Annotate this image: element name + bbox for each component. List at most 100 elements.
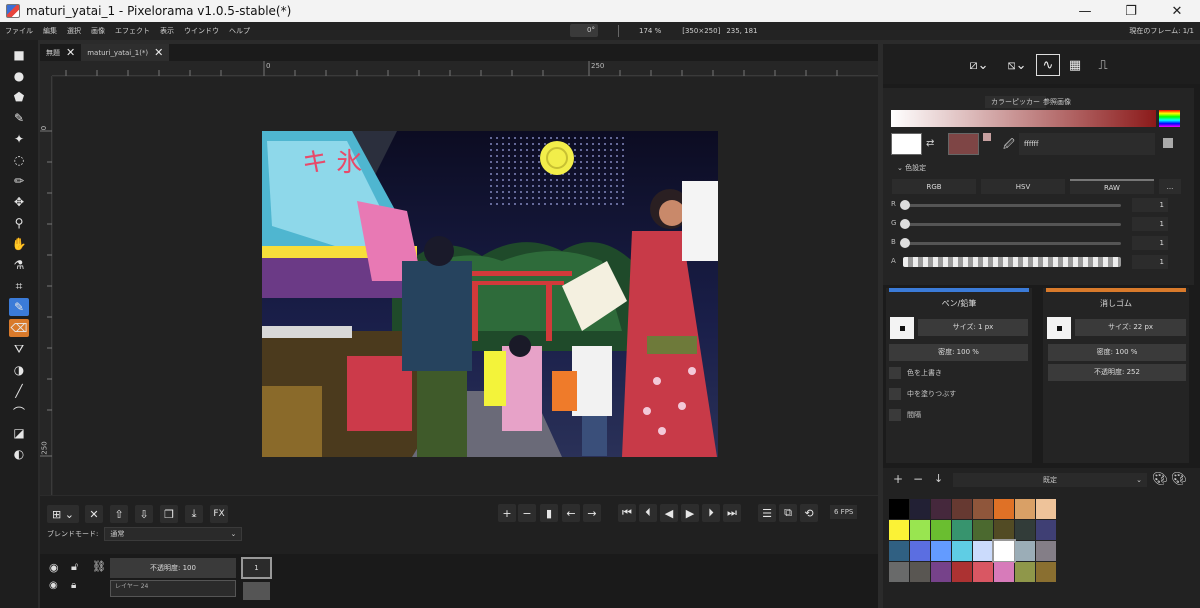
palette-swatch[interactable] [973, 562, 993, 582]
eraser-density-field[interactable]: 密度: 100 % [1048, 344, 1186, 361]
color-picker-icon[interactable]: ⚗ [9, 256, 29, 274]
tab-reference-image[interactable]: 参照画像 [1037, 96, 1077, 108]
mirror-horizontal-icon[interactable]: ⧄⌄ [962, 54, 996, 76]
clone-layer-button[interactable]: ❐ [160, 505, 178, 523]
alpha-lock-icon[interactable]: ▦ [1064, 54, 1086, 76]
palette-swatch[interactable] [889, 499, 909, 519]
primary-color-swatch[interactable] [891, 133, 922, 155]
line-icon[interactable]: ╱ [9, 382, 29, 400]
shading-icon[interactable]: ◑ [9, 361, 29, 379]
mode-raw-button[interactable]: RAW [1070, 179, 1154, 194]
palette-swatch[interactable] [910, 541, 930, 561]
palette-edit-icon[interactable]: 🎨︎ [1152, 472, 1169, 487]
menu-file[interactable]: ファイル [0, 26, 38, 36]
density-field[interactable]: 密度: 100 % [889, 344, 1028, 361]
palette-swatch[interactable] [1015, 520, 1035, 540]
bucket-icon[interactable]: ⛛ [9, 340, 29, 358]
move-layer-down-button[interactable]: ⇩ [135, 505, 153, 523]
slider-g[interactable]: G 1 [891, 217, 1181, 231]
paint-select-icon[interactable]: ✏ [9, 172, 29, 190]
menu-help[interactable]: ヘルプ [224, 26, 255, 36]
first-frame-button[interactable]: ⏮ [618, 504, 636, 522]
move-frame-left-button[interactable]: ← [562, 504, 580, 522]
palette-swatch[interactable] [1036, 499, 1056, 519]
rotation-field[interactable]: 0° [570, 24, 598, 37]
spacing-option[interactable]: 間隔 [889, 409, 921, 421]
slider-b[interactable]: B 1 [891, 236, 1181, 250]
menu-window[interactable]: ウインドウ [179, 26, 224, 36]
hex-color-input[interactable]: ffffff [1019, 133, 1155, 155]
mode-rgb-button[interactable]: RGB [892, 179, 976, 194]
remove-palette-icon[interactable]: − [913, 472, 923, 486]
checkbox[interactable] [889, 409, 901, 421]
onion-skin-button[interactable]: ⧉ [779, 504, 797, 522]
circle-shape-icon[interactable]: ◐ [9, 445, 29, 463]
pan-icon[interactable]: ✋ [9, 235, 29, 253]
palette-swatch[interactable] [1036, 562, 1056, 582]
timeline-settings-button[interactable]: ☰ [758, 504, 776, 522]
eraser-opacity-field[interactable]: 不透明度: 252 [1048, 364, 1186, 381]
frame-cell[interactable]: 1 [241, 557, 272, 579]
eyedropper-icon[interactable]: 🖉︎ [1003, 136, 1015, 155]
lock-icon[interactable]: 🔓︎ [71, 560, 78, 574]
play-button[interactable]: ▶ [681, 504, 699, 522]
slider-knob[interactable] [900, 219, 910, 229]
palette-select[interactable]: 既定 ⌄ [953, 473, 1147, 487]
lock-icon[interactable]: 🔒︎ [71, 580, 76, 591]
crop-icon[interactable]: ⌗ [9, 277, 29, 295]
menu-effects[interactable]: エフェクト [110, 26, 155, 36]
link-icon[interactable]: ⛓ [92, 560, 106, 573]
palette-swatch[interactable] [931, 520, 951, 540]
color-select-icon[interactable]: ✎ [9, 109, 29, 127]
vertical-ruler[interactable]: 0 250 [40, 76, 52, 495]
add-frame-button[interactable]: + [498, 504, 516, 522]
curve-icon[interactable]: ⌒ [9, 403, 29, 421]
palette-swatch[interactable] [994, 499, 1014, 519]
menu-select[interactable]: 選択 [62, 26, 86, 36]
eraser-brush-type-button[interactable] [1047, 317, 1071, 339]
play-backwards-button[interactable]: ◀ [660, 504, 678, 522]
slider-value[interactable]: 1 [1132, 217, 1168, 231]
last-frame-button[interactable]: ⏭ [723, 504, 741, 522]
layer-name[interactable]: レイヤー 24 [110, 580, 236, 597]
palette-settings-icon[interactable]: 🎨︎ [1171, 472, 1188, 487]
frame-cell-thumbnail[interactable] [243, 582, 270, 600]
overwrite-color-option[interactable]: 色を上書き [889, 367, 942, 379]
next-frame-button[interactable]: ⏵ [702, 504, 720, 522]
layer-effects-button[interactable]: FX [210, 505, 228, 523]
close-icon[interactable]: ✕ [66, 46, 75, 59]
palette-swatch[interactable] [910, 520, 930, 540]
close-icon[interactable]: ✕ [154, 46, 163, 59]
palette-swatch[interactable] [931, 499, 951, 519]
close-window-button[interactable]: ✕ [1154, 0, 1200, 22]
menu-edit[interactable]: 編集 [38, 26, 62, 36]
lasso-icon[interactable]: ◌ [9, 151, 29, 169]
slider-a[interactable]: A 1 [891, 255, 1181, 269]
tab-maturi-yatai[interactable]: maturi_yatai_1(*) ✕ [81, 44, 170, 61]
tab-untitled[interactable]: 無題 ✕ [40, 44, 81, 61]
move-layer-up-button[interactable]: ⇧ [110, 505, 128, 523]
delete-layer-button[interactable]: ✕ [85, 505, 103, 523]
palette-swatch[interactable] [931, 541, 951, 561]
checkbox[interactable] [889, 388, 901, 400]
swap-colors-icon[interactable]: ⇄ [926, 138, 934, 149]
import-palette-icon[interactable]: ↓ [934, 472, 943, 485]
slider-knob[interactable] [900, 238, 910, 248]
palette-swatch[interactable] [889, 520, 909, 540]
palette-swatch[interactable] [952, 541, 972, 561]
magic-wand-icon[interactable]: ✦ [9, 130, 29, 148]
ellipse-select-icon[interactable]: ● [9, 67, 29, 85]
horizontal-ruler[interactable]: 0 250 [52, 61, 878, 76]
hue-slider[interactable] [1159, 110, 1180, 127]
menu-view[interactable]: 表示 [155, 26, 179, 36]
polygon-select-icon[interactable]: ⬟ [9, 88, 29, 106]
maximize-button[interactable]: ❐ [1108, 0, 1154, 22]
palette-swatch[interactable] [1015, 562, 1035, 582]
rect-select-icon[interactable]: ■ [9, 46, 29, 64]
move-frame-right-button[interactable]: → [583, 504, 601, 522]
blend-mode-select[interactable]: 通常 ⌄ [104, 527, 243, 541]
fill-inside-option[interactable]: 中を塗りつぶす [889, 388, 956, 400]
palette-swatch[interactable] [994, 520, 1014, 540]
palette-swatch[interactable] [952, 562, 972, 582]
eraser-size-field[interactable]: サイズ: 22 px [1075, 319, 1186, 336]
